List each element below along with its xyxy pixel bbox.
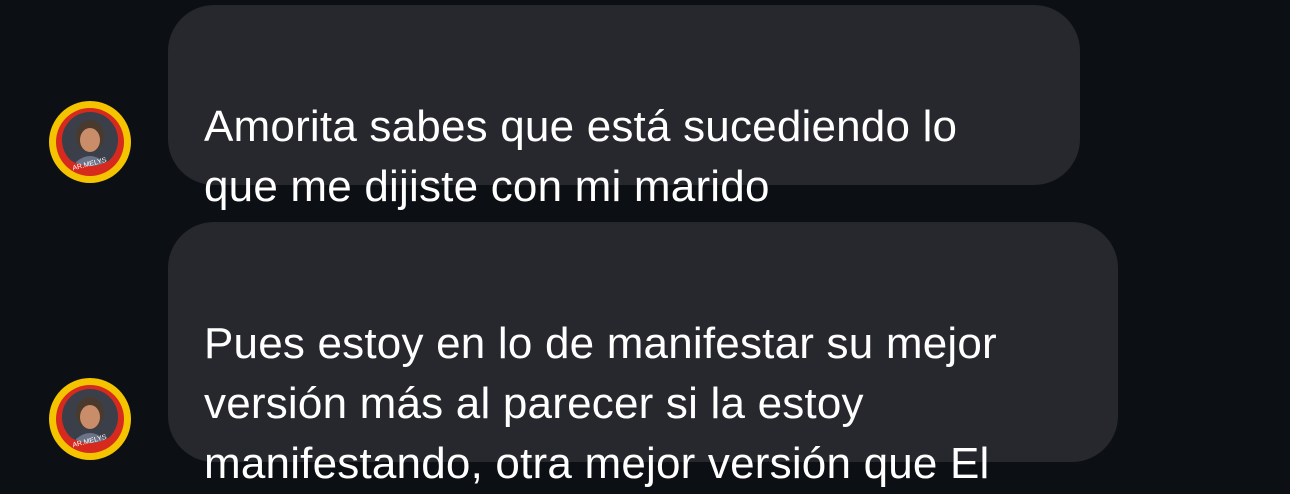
sender-avatar[interactable]: AR.MELYS xyxy=(48,100,132,184)
message-text: Amorita sabes que está sucediendo lo que… xyxy=(204,102,958,211)
sender-avatar[interactable]: AR.MELYS xyxy=(48,377,132,461)
message-text: Pues estoy en lo de manifestar su mejor … xyxy=(204,319,997,488)
message-thread: AR.MELYS Amorita sabes que está sucedien… xyxy=(0,0,1290,488)
avatar-image: AR.MELYS xyxy=(49,378,131,460)
message-bubble[interactable]: Pues estoy en lo de manifestar su mejor … xyxy=(168,222,1118,488)
avatar-image: AR.MELYS xyxy=(49,101,131,183)
message-bubble[interactable]: Amorita sabes que está sucediendo lo que… xyxy=(168,5,1080,211)
